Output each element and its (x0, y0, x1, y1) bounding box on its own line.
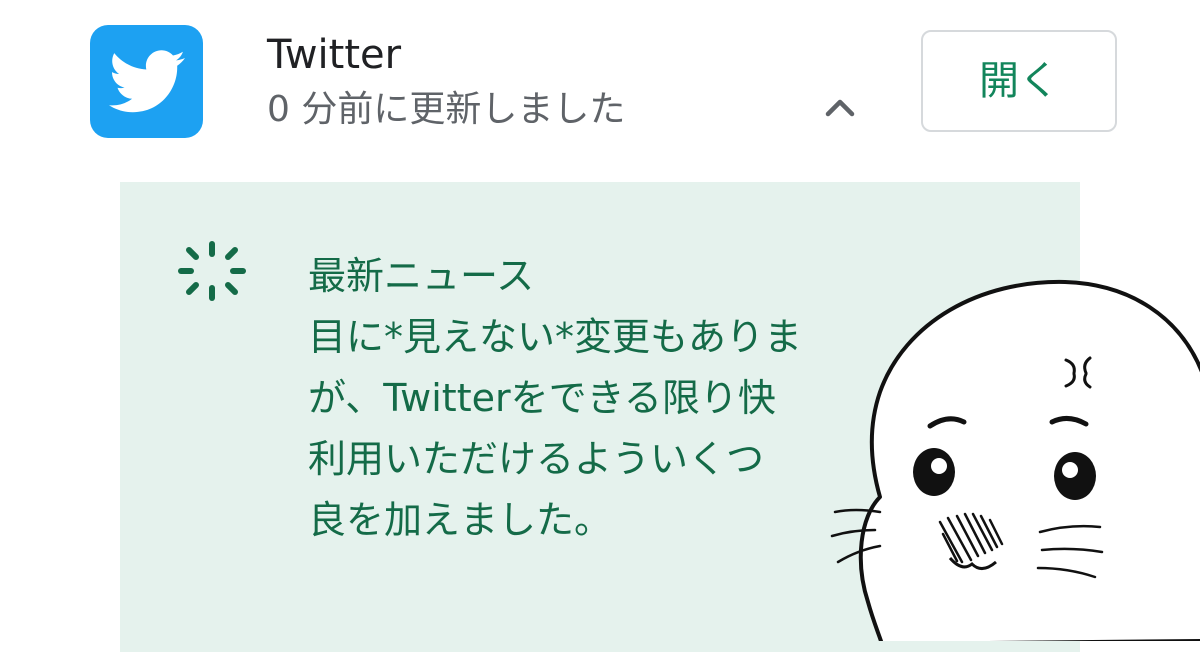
twitter-app-icon (90, 25, 203, 138)
twitter-bird-icon (108, 49, 185, 112)
angry-seal-illustration (830, 279, 1200, 641)
open-button[interactable]: 開く (921, 30, 1117, 132)
chevron-up-icon (825, 99, 855, 117)
collapse-button[interactable] (820, 92, 860, 122)
sparkle-icon (178, 241, 246, 301)
updated-time: 0 分前に更新しました (267, 89, 626, 130)
app-name: Twitter (267, 32, 402, 78)
